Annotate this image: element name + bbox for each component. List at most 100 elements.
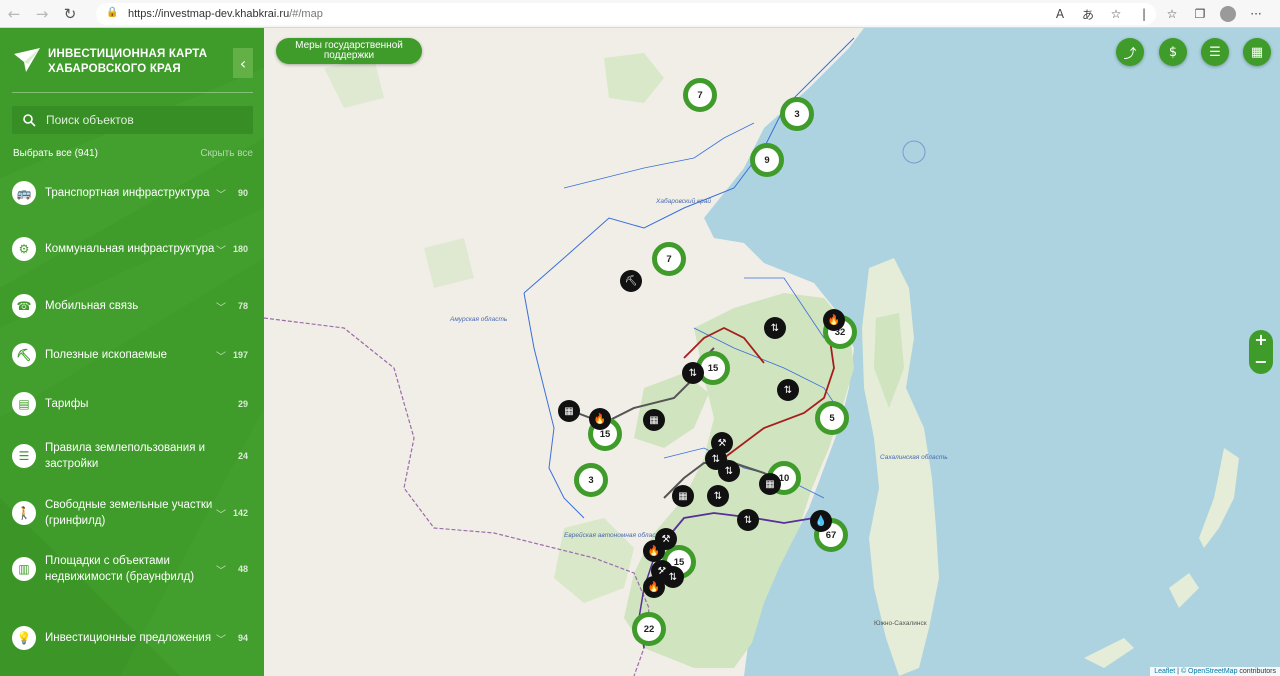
- profile-icon[interactable]: [1214, 6, 1242, 22]
- divider: |: [1141, 7, 1147, 21]
- gas-flame-icon[interactable]: 🔥: [589, 408, 611, 430]
- map-label-yuzhno: Южно-Сахалинск: [874, 620, 927, 627]
- pickaxe-icon[interactable]: ⛏: [620, 270, 642, 292]
- category-count: 142: [232, 508, 248, 518]
- gas-flame-icon[interactable]: 🔥: [643, 540, 665, 562]
- chevron-down-icon[interactable]: ﹀: [216, 348, 226, 363]
- map-cluster[interactable]: 7: [683, 78, 717, 112]
- category-label: Мобильная связь: [45, 300, 139, 312]
- chevron-down-icon[interactable]: ﹀: [216, 562, 226, 577]
- factory-icon: ▥: [12, 557, 36, 581]
- map-tiles[interactable]: [264, 28, 1280, 676]
- collapse-sidebar-button[interactable]: ‹: [233, 48, 253, 78]
- osm-link[interactable]: © OpenStreetMap: [1181, 668, 1238, 675]
- phone-icon: ☎: [12, 294, 36, 318]
- favorites-icon[interactable]: ☆: [1158, 7, 1186, 21]
- currency-icon: $: [1168, 44, 1178, 60]
- translate-icon[interactable]: あ: [1074, 6, 1102, 23]
- category-label: Тарифы: [45, 398, 89, 410]
- map-cluster[interactable]: 3: [780, 97, 814, 131]
- hiker-icon: 🚶: [12, 501, 36, 525]
- category-tariffs[interactable]: ▤ Тарифы 29: [12, 392, 254, 416]
- road-icon[interactable]: ⇅: [682, 362, 704, 384]
- hide-all-link[interactable]: Скрыть все: [200, 148, 253, 159]
- chevron-down-icon[interactable]: ﹀: [216, 242, 226, 257]
- category-count: 78: [237, 301, 248, 311]
- app-title: Инвестиционная карта Хабаровского края: [48, 48, 208, 75]
- map-label-eao: Еврейская автономная область: [564, 532, 665, 539]
- address-bar[interactable]: 🔒 https://investmap-dev.khabkrai.ru/#/ma…: [96, 3, 1156, 25]
- building-icon[interactable]: ▦: [759, 473, 781, 495]
- back-icon[interactable]: ←: [0, 0, 28, 28]
- category-count: 180: [232, 244, 248, 254]
- collections-icon[interactable]: ❐: [1186, 7, 1214, 21]
- map-cluster[interactable]: 7: [652, 242, 686, 276]
- more-icon[interactable]: ···: [1242, 7, 1270, 21]
- category-count: 197: [232, 350, 248, 360]
- category-label: Транспортная инфраструктура: [45, 187, 210, 199]
- map-canvas[interactable]: Хабаровский край Амурская область Еврейс…: [264, 28, 1280, 676]
- search-input[interactable]: [46, 113, 246, 127]
- favorite-star-icon[interactable]: ☆: [1102, 7, 1130, 21]
- state-support-button[interactable]: Меры государственной поддержки: [276, 38, 422, 64]
- road-icon[interactable]: ⇅: [707, 485, 729, 507]
- logo-icon: [14, 48, 40, 72]
- gas-flame-icon[interactable]: 🔥: [643, 576, 665, 598]
- chevron-down-icon[interactable]: ﹀: [216, 186, 226, 201]
- pickaxe-icon: ⛏: [12, 343, 36, 367]
- map-cluster[interactable]: 5: [815, 401, 849, 435]
- forward-icon[interactable]: →: [28, 0, 56, 28]
- utility-icon: ⚙: [12, 237, 36, 261]
- map-type-button[interactable]: ▦: [1243, 38, 1271, 66]
- reload-icon[interactable]: ↻: [56, 0, 84, 28]
- chevron-down-icon[interactable]: ﹀: [216, 506, 226, 521]
- road-icon[interactable]: ⇅: [718, 460, 740, 482]
- divider: [12, 92, 253, 93]
- search-box: [12, 106, 253, 134]
- layers-button[interactable]: ☰: [1201, 38, 1229, 66]
- category-brownfield[interactable]: ▥ Площадки с объектами недвижимости (бра…: [12, 553, 254, 585]
- share-icon: ⤴: [1123, 46, 1137, 62]
- category-land-rules[interactable]: ☰ Правила землепользования и застройки 2…: [12, 440, 254, 472]
- map-cluster[interactable]: 22: [632, 612, 666, 646]
- category-count: 90: [237, 188, 248, 198]
- category-count: 94: [237, 633, 248, 643]
- leaflet-link[interactable]: Leaflet: [1154, 668, 1175, 675]
- category-greenfield[interactable]: 🚶 Свободные земельные участки (гринфилд)…: [12, 497, 254, 529]
- layers-icon: ☰: [1209, 44, 1221, 60]
- category-label: Свободные земельные участки (гринфилд): [45, 499, 213, 527]
- road-icon[interactable]: ⇅: [662, 566, 684, 588]
- select-all-link[interactable]: Выбрать все (941): [13, 148, 98, 159]
- category-mobile[interactable]: ☎ Мобильная связь ﹀ 78: [12, 294, 254, 318]
- category-label: Площадки с объектами недвижимости (браун…: [45, 555, 195, 583]
- currency-button[interactable]: $: [1159, 38, 1187, 66]
- map-cluster[interactable]: 3: [574, 463, 608, 497]
- map-icon: ▦: [1250, 44, 1264, 60]
- map-cluster[interactable]: 9: [750, 143, 784, 177]
- category-transport[interactable]: 🚌 Транспортная инфраструктура ﹀ 90: [12, 181, 254, 205]
- category-label: Полезные ископаемые: [45, 349, 168, 361]
- road-icon[interactable]: ⇅: [777, 379, 799, 401]
- share-button[interactable]: ⤴: [1116, 38, 1144, 66]
- browser-toolbar: ← → ↻ 🔒 https://investmap-dev.khabkrai.r…: [0, 0, 1280, 28]
- rules-icon: ☰: [12, 444, 36, 468]
- gas-flame-icon[interactable]: 🔥: [823, 309, 845, 331]
- zoom-out-button[interactable]: −: [1249, 352, 1273, 374]
- lightbulb-icon: 💡: [12, 626, 36, 650]
- read-aloud-icon[interactable]: A: [1046, 7, 1074, 21]
- building-icon[interactable]: ▦: [672, 485, 694, 507]
- zoom-in-button[interactable]: +: [1249, 330, 1273, 352]
- chevron-down-icon[interactable]: ﹀: [216, 299, 226, 314]
- category-investment[interactable]: 💡 Инвестиционные предложения ﹀ 94: [12, 626, 254, 650]
- water-drop-icon[interactable]: 💧: [810, 510, 832, 532]
- road-icon[interactable]: ⇅: [737, 509, 759, 531]
- building-icon[interactable]: ▦: [558, 400, 580, 422]
- road-icon[interactable]: ⇅: [764, 317, 786, 339]
- building-icon[interactable]: ▦: [643, 409, 665, 431]
- map-attribution: Leaflet | © OpenStreetMap contributors: [1150, 667, 1280, 676]
- zoom-control: + −: [1249, 330, 1273, 374]
- category-minerals[interactable]: ⛏ Полезные ископаемые ﹀ 197: [12, 343, 254, 367]
- search-icon: [23, 114, 36, 127]
- category-utility[interactable]: ⚙ Коммунальная инфраструктура ﹀ 180: [12, 237, 254, 261]
- chevron-down-icon[interactable]: ﹀: [216, 631, 226, 646]
